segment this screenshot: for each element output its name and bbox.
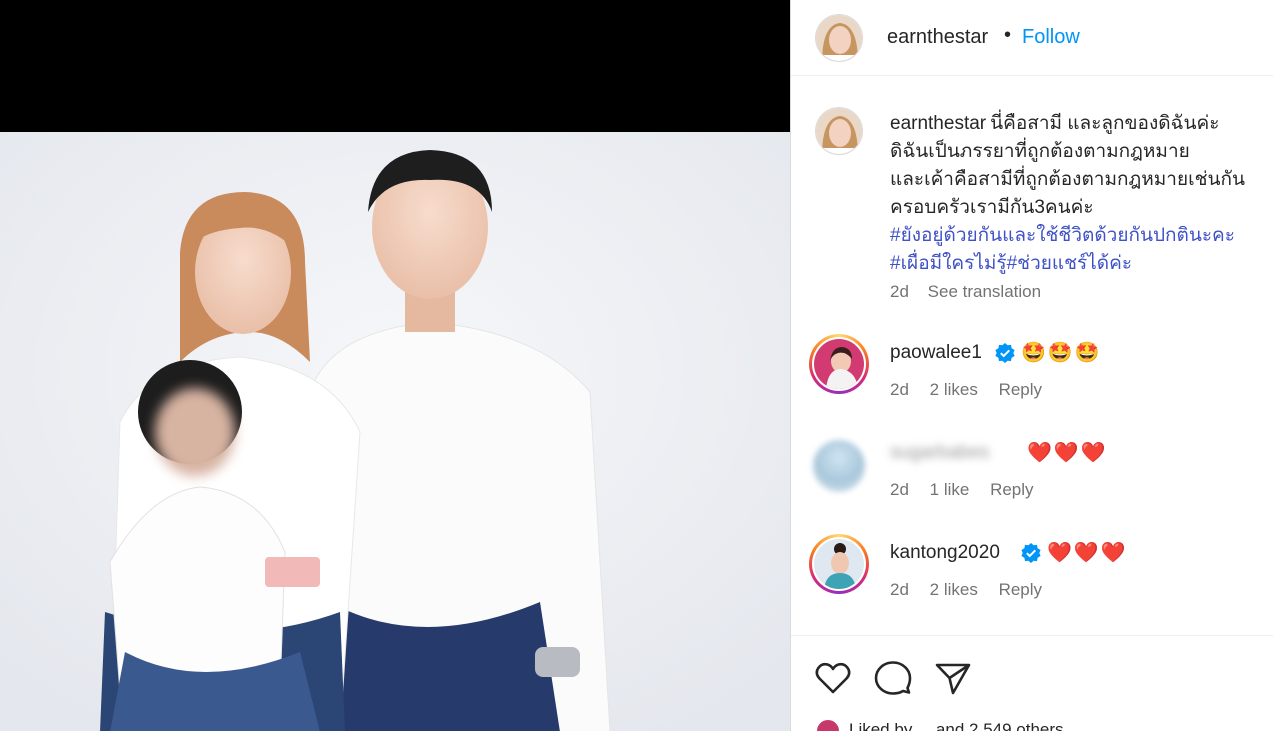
- verified-badge-icon: [1021, 543, 1041, 563]
- caption-line: ดิฉันเป็นภรรยาที่ถูกต้องตามกฎหมาย: [890, 141, 1190, 162]
- caption-username[interactable]: earnthestar: [890, 113, 986, 134]
- post-caption: earnthestar นี่คือสามี และลูกของดิฉันค่ะ …: [890, 110, 1270, 278]
- caption-line: ครอบครัวเรามีกัน3คนค่ะ: [890, 197, 1094, 218]
- hashtag-link[interactable]: #ยังอยู่ด้วยกันและใช้ชีวิตด้วยกันปกตินะค…: [890, 222, 1270, 250]
- comment-meta: 2d 2 likes Reply: [890, 580, 1058, 600]
- comment-text: ❤️❤️❤️: [1027, 442, 1108, 464]
- author-avatar[interactable]: [815, 14, 863, 62]
- commenter-avatar-story-ring[interactable]: [809, 534, 869, 594]
- post-photo: [0, 132, 790, 731]
- send-icon[interactable]: [933, 658, 973, 698]
- comment-likes[interactable]: 2 likes: [930, 380, 978, 399]
- caption-time: 2d: [890, 282, 909, 301]
- post-header: earnthestar • Follow: [791, 0, 1273, 76]
- avatar: [814, 539, 864, 589]
- reply-button[interactable]: Reply: [990, 480, 1033, 499]
- post-side-panel: earnthestar • Follow earnthestar นี่คือสา…: [790, 0, 1273, 731]
- comment-likes[interactable]: 2 likes: [930, 580, 978, 599]
- comment-icon[interactable]: [873, 658, 913, 698]
- heart-icon[interactable]: [813, 658, 853, 698]
- post-media[interactable]: [0, 0, 790, 731]
- verified-badge-icon: [995, 343, 1015, 363]
- reply-button[interactable]: Reply: [999, 580, 1042, 599]
- comment-item: kantong2020 ❤️❤️❤️ 2d 2 likes Reply: [791, 534, 1273, 614]
- comment-time: 2d: [890, 480, 909, 499]
- see-translation-button[interactable]: See translation: [928, 282, 1041, 301]
- comment-item: paowalee1 🤩🤩🤩 2d 2 likes Reply: [791, 334, 1273, 414]
- author-username[interactable]: earnthestar: [887, 26, 988, 49]
- comment-text: ❤️❤️❤️: [1047, 542, 1128, 564]
- comment-meta: 2d 1 like Reply: [890, 480, 1050, 500]
- post-actions-bar: Liked by ... and 2,549 others: [791, 635, 1273, 731]
- comment-time: 2d: [890, 380, 909, 399]
- comment-username[interactable]: kantong2020: [890, 542, 1000, 564]
- comment-time: 2d: [890, 580, 909, 599]
- caption-meta: 2d See translation: [890, 282, 1055, 302]
- hashtag-link[interactable]: #เผื่อมีใครไม่รู้#ช่วยแชร์ได้ค่ะ: [890, 250, 1270, 278]
- reply-button[interactable]: Reply: [999, 380, 1042, 399]
- follow-button[interactable]: Follow: [1022, 26, 1080, 49]
- liked-by-avatar[interactable]: [815, 718, 841, 731]
- comment-username[interactable]: sugarbabes: [890, 442, 989, 464]
- commenter-avatar[interactable]: [813, 440, 865, 492]
- caption-line: และเค้าคือสามีที่ถูกต้องตามกฎหมายเช่นกัน: [890, 169, 1245, 190]
- caption-line: นี่คือสามี และลูกของดิฉันค่ะ: [990, 113, 1220, 134]
- comment-meta: 2d 2 likes Reply: [890, 380, 1058, 400]
- separator-dot: •: [1004, 24, 1012, 46]
- avatar: [814, 339, 864, 389]
- commenter-avatar-story-ring[interactable]: [809, 334, 869, 394]
- comment-text: 🤩🤩🤩: [1021, 342, 1102, 364]
- comment-likes[interactable]: 1 like: [930, 480, 970, 499]
- liked-by-text[interactable]: Liked by ... and 2,549 others: [849, 720, 1064, 731]
- comment-item: sugarbabes ❤️❤️❤️ 2d 1 like Reply: [791, 434, 1273, 514]
- caption-author-avatar[interactable]: [815, 107, 863, 155]
- comment-username[interactable]: paowalee1: [890, 342, 982, 364]
